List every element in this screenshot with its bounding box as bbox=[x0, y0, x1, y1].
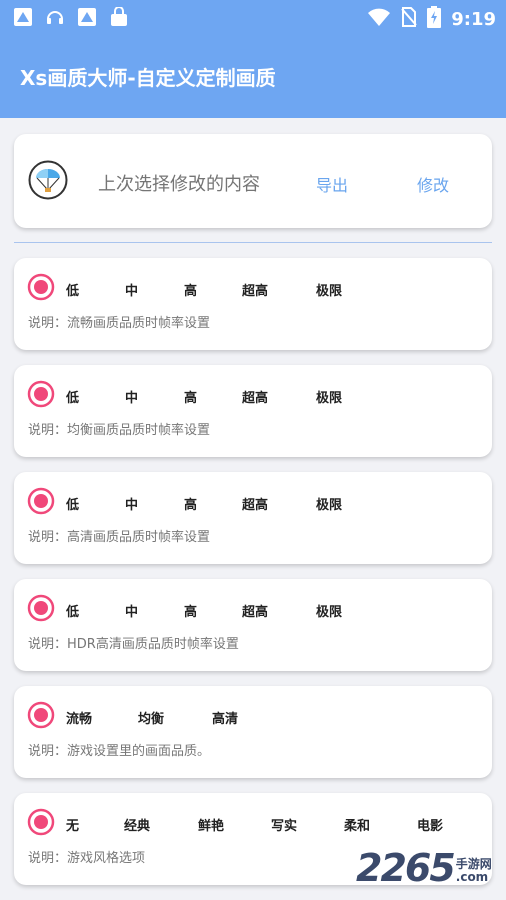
app-notification-icon bbox=[76, 6, 98, 28]
clock: 9:19 bbox=[451, 8, 496, 30]
setting-description: 说明：游戏设置里的画面品质。 bbox=[28, 744, 211, 759]
setting-card-balanced-fps: 低 中 高 超高 极限 说明：均衡画质品质时帧率设置 bbox=[14, 365, 492, 457]
option-row: 无 经典 鲜艳 写实 柔和 电影 bbox=[14, 815, 492, 835]
option-row: 低 中 高 超高 极限 bbox=[14, 387, 492, 407]
app-notification-icon bbox=[12, 6, 34, 28]
setting-description: 说明：游戏风格选项 bbox=[28, 851, 146, 866]
option-extreme[interactable]: 极限 bbox=[316, 387, 342, 406]
notification-icons bbox=[12, 6, 130, 28]
option-high[interactable]: 高 bbox=[184, 494, 197, 513]
option-ultra[interactable]: 超高 bbox=[242, 280, 268, 299]
option-medium[interactable]: 中 bbox=[125, 494, 138, 513]
page-title: Xs画质大师-自定义定制画质 bbox=[20, 66, 276, 90]
option-extreme[interactable]: 极限 bbox=[316, 494, 342, 513]
option-extreme[interactable]: 极限 bbox=[316, 601, 342, 620]
setting-card-hd-fps: 低 中 高 超高 极限 说明：高清画质品质时帧率设置 bbox=[14, 472, 492, 564]
option-ultra[interactable]: 超高 bbox=[242, 387, 268, 406]
last-change-label: 上次选择修改的内容 bbox=[98, 174, 260, 195]
option-low[interactable]: 低 bbox=[66, 601, 79, 620]
headset-notification-icon bbox=[44, 6, 66, 28]
watermark-domain: .com bbox=[455, 870, 489, 884]
setting-description: 说明：均衡画质品质时帧率设置 bbox=[28, 423, 211, 438]
option-medium[interactable]: 中 bbox=[125, 387, 138, 406]
option-high[interactable]: 高 bbox=[184, 601, 197, 620]
option-high[interactable]: 高 bbox=[184, 387, 197, 406]
option-row: 低 中 高 超高 极限 bbox=[14, 601, 492, 621]
last-change-card: 上次选择修改的内容 导出 修改 bbox=[14, 134, 492, 228]
option-medium[interactable]: 中 bbox=[125, 601, 138, 620]
status-bar: 9:19 bbox=[0, 0, 506, 36]
option-realistic[interactable]: 写实 bbox=[271, 815, 297, 834]
no-sim-icon bbox=[401, 6, 417, 32]
option-low[interactable]: 低 bbox=[66, 280, 79, 299]
divider bbox=[14, 242, 492, 243]
option-high[interactable]: 高 bbox=[184, 280, 197, 299]
option-ultra[interactable]: 超高 bbox=[242, 601, 268, 620]
setting-card-hdr-fps: 低 中 高 超高 极限 说明：HDR高清画质品质时帧率设置 bbox=[14, 579, 492, 671]
option-medium[interactable]: 中 bbox=[125, 280, 138, 299]
parachute-logo-icon bbox=[28, 160, 68, 200]
export-button[interactable]: 导出 bbox=[316, 172, 348, 196]
option-soft[interactable]: 柔和 bbox=[344, 815, 370, 834]
option-vivid[interactable]: 鲜艳 bbox=[198, 815, 224, 834]
option-low[interactable]: 低 bbox=[66, 494, 79, 513]
option-ultra[interactable]: 超高 bbox=[242, 494, 268, 513]
battery-charging-icon bbox=[427, 6, 442, 32]
modify-button[interactable]: 修改 bbox=[417, 172, 449, 196]
option-classic[interactable]: 经典 bbox=[124, 815, 150, 834]
option-row: 低 中 高 超高 极限 bbox=[14, 280, 492, 300]
system-status: 9:19 bbox=[367, 6, 496, 32]
option-hd[interactable]: 高清 bbox=[212, 708, 238, 727]
option-row: 低 中 高 超高 极限 bbox=[14, 494, 492, 514]
option-low[interactable]: 低 bbox=[66, 387, 79, 406]
option-row: 流畅 均衡 高清 bbox=[14, 708, 492, 728]
setting-description: 说明：HDR高清画质品质时帧率设置 bbox=[28, 637, 239, 652]
bag-notification-icon bbox=[108, 6, 130, 28]
option-none[interactable]: 无 bbox=[66, 815, 79, 834]
option-balanced[interactable]: 均衡 bbox=[138, 708, 164, 727]
app-bar: Xs画质大师-自定义定制画质 bbox=[0, 36, 506, 118]
wifi-icon bbox=[367, 7, 391, 31]
watermark-number: 2265 bbox=[356, 846, 456, 890]
site-watermark: 2265 手游网 .com bbox=[356, 848, 492, 888]
setting-card-graphics-quality: 流畅 均衡 高清 说明：游戏设置里的画面品质。 bbox=[14, 686, 492, 778]
option-extreme[interactable]: 极限 bbox=[316, 280, 342, 299]
setting-card-smooth-fps: 低 中 高 超高 极限 说明：流畅画质品质时帧率设置 bbox=[14, 258, 492, 350]
option-smooth[interactable]: 流畅 bbox=[66, 708, 92, 727]
setting-description: 说明：高清画质品质时帧率设置 bbox=[28, 530, 211, 545]
setting-description: 说明：流畅画质品质时帧率设置 bbox=[28, 316, 211, 331]
option-movie[interactable]: 电影 bbox=[417, 815, 443, 834]
